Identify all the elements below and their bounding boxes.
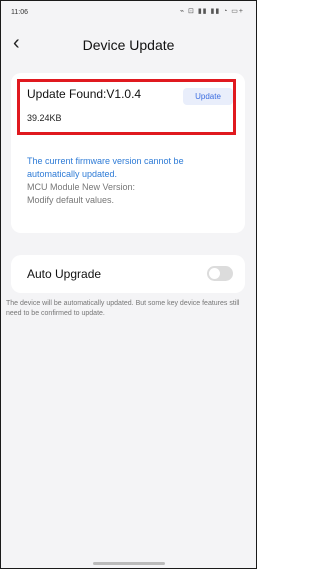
mcu-version-line: MCU Module New Version: <box>27 182 136 192</box>
firmware-notice: The current firmware version cannot be a… <box>27 156 184 179</box>
status-icons: ⌁ ⊡ ▮▮ ▮▮ ◔ ▭+ <box>179 8 244 15</box>
auto-upgrade-toggle[interactable] <box>207 266 233 281</box>
status-time: 11:06 <box>11 9 28 16</box>
auto-upgrade-card: Auto Upgrade <box>11 255 245 293</box>
phone-screen: 11:06 ⌁ ⊡ ▮▮ ▮▮ ◔ ▭+ ‹ Device Update Upd… <box>0 0 257 569</box>
auto-upgrade-label: Auto Upgrade <box>27 267 102 281</box>
status-bar: 11:06 ⌁ ⊡ ▮▮ ▮▮ ◔ ▭+ <box>1 1 256 23</box>
toggle-knob <box>209 268 220 279</box>
page-title: Device Update <box>82 37 175 53</box>
home-indicator[interactable] <box>93 562 165 565</box>
update-button[interactable]: Update <box>183 88 233 105</box>
file-size: 39.24KB <box>27 113 62 123</box>
update-found-title: Update Found:V1.0.4 <box>27 87 142 101</box>
modify-values-line: Modify default values. <box>27 195 115 205</box>
nav-bar: ‹ Device Update <box>1 29 256 61</box>
auto-upgrade-note: The device will be automatically updated… <box>6 300 240 317</box>
update-card: Update Found:V1.0.4 Update 39.24KB The c… <box>11 73 245 233</box>
